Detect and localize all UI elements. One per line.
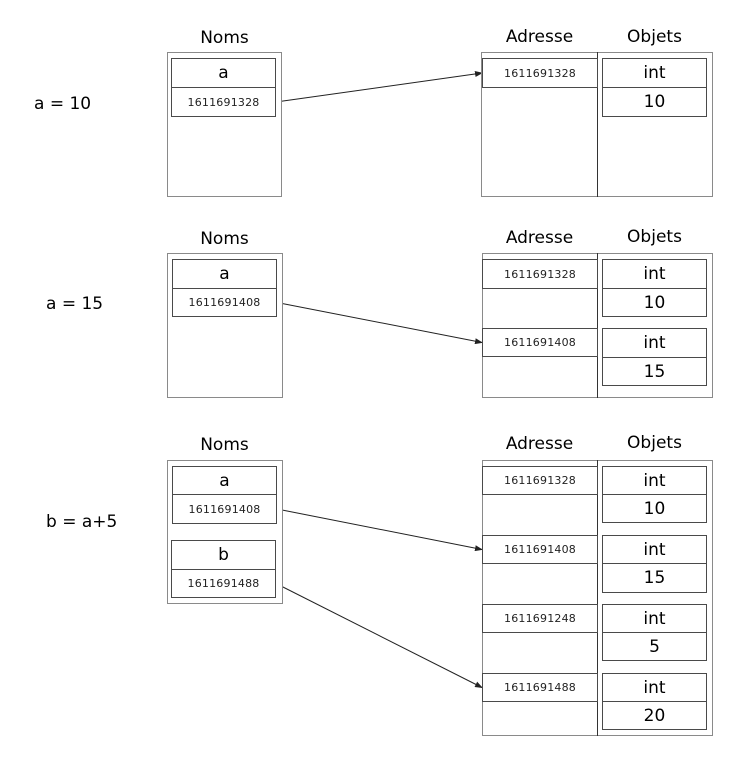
- object-value-cell: 10: [602, 87, 707, 117]
- name-cell: a: [171, 58, 276, 88]
- object-value-cell: 10: [602, 288, 707, 317]
- object-type-cell: int: [602, 259, 707, 289]
- object-value-cell: 10: [602, 494, 707, 523]
- address-cell: 1611691328: [482, 58, 598, 88]
- name-cell: a: [172, 259, 277, 289]
- statement-step-1: a = 10: [34, 94, 92, 114]
- reference-arrow-a-step-3: [276, 508, 483, 552]
- address-cell: 1611691328: [482, 259, 598, 289]
- reference-arrow-a-step-2: [276, 302, 483, 345]
- statement-step-2: a = 15: [46, 294, 104, 314]
- reference-arrow-a-step-1: [275, 71, 483, 103]
- name-ref-cell: 1611691328: [171, 87, 276, 117]
- address-cell: 1611691488: [482, 673, 598, 702]
- address-header-step-1: Adresse: [505, 27, 574, 47]
- name-cell: b: [171, 540, 276, 570]
- object-type-cell: int: [602, 466, 707, 495]
- object-value-cell: 20: [602, 701, 707, 730]
- names-header-step-1: Noms: [200, 28, 249, 48]
- address-cell: 1611691248: [482, 604, 598, 633]
- address-cell: 1611691408: [482, 328, 598, 357]
- object-type-cell: int: [602, 535, 707, 564]
- address-header-step-2: Adresse: [505, 228, 574, 248]
- object-type-cell: int: [602, 328, 707, 358]
- object-type-cell: int: [602, 673, 707, 702]
- address-cell: 1611691328: [482, 466, 598, 495]
- name-ref-cell: 1611691408: [172, 494, 277, 524]
- object-value-cell: 15: [602, 357, 707, 386]
- object-value-cell: 5: [602, 632, 707, 661]
- objects-header-step-1: Objets: [627, 27, 682, 47]
- name-ref-cell: 1611691488: [171, 569, 276, 598]
- object-type-cell: int: [602, 58, 707, 88]
- objects-header-step-2: Objets: [627, 227, 682, 247]
- object-type-cell: int: [602, 604, 707, 633]
- address-cell: 1611691408: [482, 535, 598, 564]
- names-header-step-3: Noms: [200, 435, 249, 455]
- objects-header-step-3: Objets: [627, 433, 682, 453]
- name-ref-cell: 1611691408: [172, 288, 277, 317]
- names-header-step-2: Noms: [200, 229, 249, 249]
- address-header-step-3: Adresse: [505, 434, 574, 454]
- name-cell: a: [172, 466, 277, 495]
- statement-step-3: b = a+5: [46, 512, 118, 532]
- reference-arrow-b-step-3: [275, 583, 483, 688]
- object-value-cell: 15: [602, 563, 707, 593]
